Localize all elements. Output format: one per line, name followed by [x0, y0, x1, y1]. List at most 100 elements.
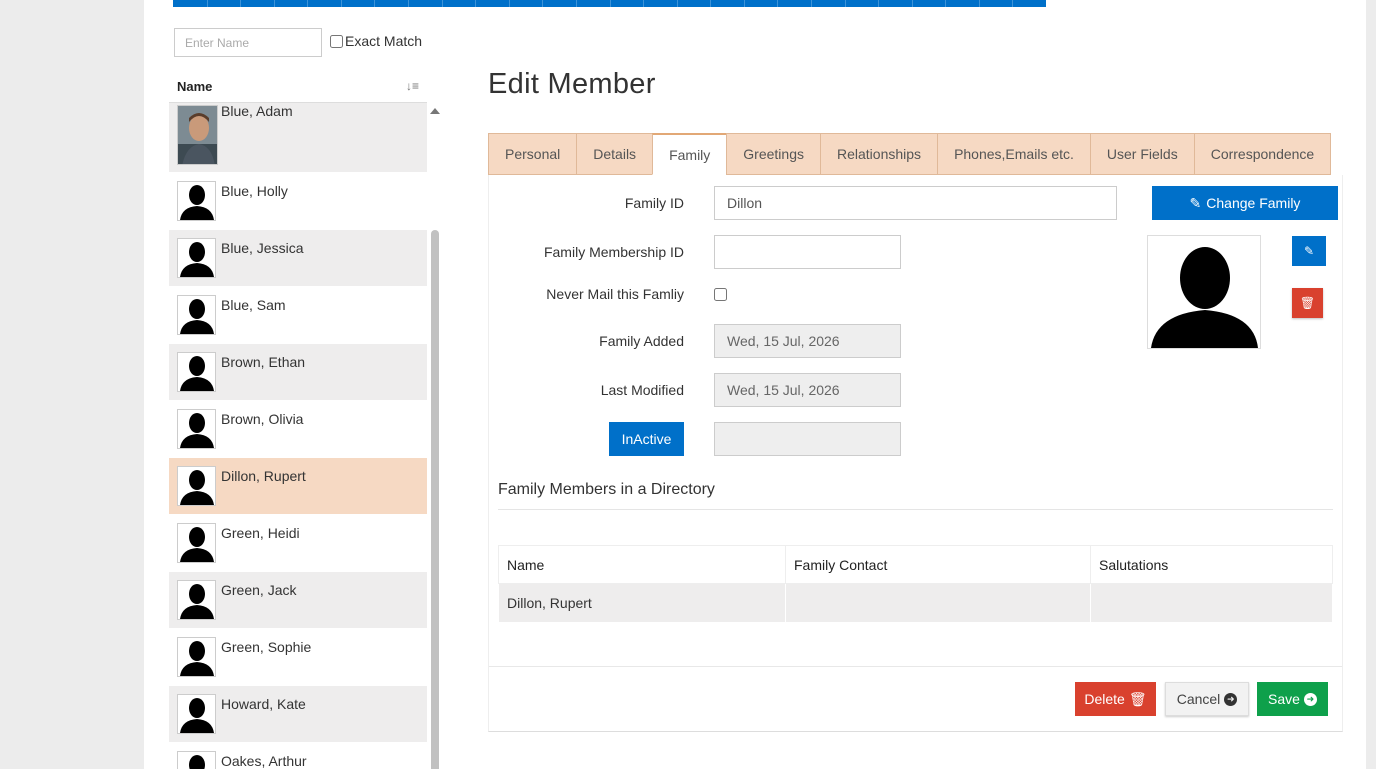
inactive-field	[714, 422, 901, 456]
alphabet-bar-divider	[240, 0, 241, 7]
tab-phones-emails[interactable]: Phones,Emails etc.	[937, 133, 1090, 175]
member-list-item[interactable]: Oakes, Arthur	[169, 743, 427, 769]
silhouette-icon	[177, 637, 216, 677]
silhouette-icon	[177, 295, 216, 335]
cell-name: Dillon, Rupert	[498, 583, 786, 623]
member-list: Blue, Adam Blue, Holly Blue, Jessica Blu…	[169, 103, 427, 769]
table-row[interactable]: Dillon, Rupert	[498, 583, 1333, 623]
cancel-button[interactable]: Cancel ➜	[1165, 682, 1249, 716]
tab-correspondence[interactable]: Correspondence	[1193, 133, 1332, 175]
delete-label: Delete	[1084, 691, 1125, 707]
never-mail-label: Never Mail this Famliy	[546, 286, 684, 302]
member-list-item-selected[interactable]: Dillon, Rupert	[169, 458, 427, 515]
member-list-item[interactable]: Blue, Sam	[169, 287, 427, 344]
save-button[interactable]: Save ➜	[1257, 682, 1328, 716]
member-list-item[interactable]: Green, Sophie	[169, 629, 427, 686]
member-name: Green, Heidi	[221, 525, 300, 541]
silhouette-icon	[177, 523, 216, 563]
save-label: Save	[1268, 691, 1300, 707]
footer-divider	[489, 666, 1342, 667]
family-members-table: Name Family Contact Salutations Dillon, …	[498, 545, 1333, 623]
tab-greetings[interactable]: Greetings	[726, 133, 820, 175]
member-list-item[interactable]: Green, Jack	[169, 572, 427, 629]
family-membership-id-field[interactable]	[714, 235, 901, 269]
silhouette-icon	[177, 466, 216, 506]
trash-icon: 🗑	[1128, 690, 1147, 707]
member-tabs: Personal Details Family Greetings Relati…	[488, 133, 1332, 175]
alphabet-bar-divider	[475, 0, 476, 7]
member-list-item[interactable]: Blue, Adam	[169, 103, 427, 173]
sort-icon[interactable]: ↓≡	[406, 79, 419, 93]
alphabet-bar-divider	[845, 0, 846, 7]
member-name: Blue, Sam	[221, 297, 286, 313]
alphabet-bar-divider	[576, 0, 577, 7]
member-name: Howard, Kate	[221, 696, 306, 712]
column-header-family-contact[interactable]: Family Contact	[785, 545, 1091, 584]
alphabet-bar-divider	[643, 0, 644, 7]
member-name: Green, Jack	[221, 582, 297, 598]
alphabet-bar-divider	[274, 0, 275, 7]
divider	[498, 509, 1333, 510]
alphabet-bar-divider	[207, 0, 208, 7]
name-column-header: Name	[177, 79, 213, 94]
member-list-item[interactable]: Brown, Ethan	[169, 344, 427, 401]
table-header-row: Name Family Contact Salutations	[498, 545, 1333, 584]
trash-icon: 🗑	[1299, 296, 1316, 310]
member-list-item[interactable]: Blue, Holly	[169, 173, 427, 230]
scrollbar-thumb[interactable]	[431, 230, 439, 769]
silhouette-icon	[177, 409, 216, 449]
tab-relationships[interactable]: Relationships	[820, 133, 938, 175]
last-modified-field: Wed, 15 Jul, 2026	[714, 373, 901, 407]
member-list-item[interactable]: Blue, Jessica	[169, 230, 427, 287]
delete-button[interactable]: Delete 🗑	[1075, 682, 1156, 716]
alphabet-bar[interactable]	[173, 0, 1046, 7]
tab-details[interactable]: Details	[576, 133, 653, 175]
family-id-label: Family ID	[624, 195, 684, 211]
tab-family[interactable]: Family	[652, 133, 727, 175]
pencil-icon: ✎	[1189, 194, 1202, 211]
member-name: Blue, Jessica	[221, 240, 304, 256]
tab-personal[interactable]: Personal	[488, 133, 577, 175]
cell-salutations	[1090, 583, 1333, 623]
column-header-salutations[interactable]: Salutations	[1090, 545, 1333, 584]
change-family-button[interactable]: ✎ Change Family	[1152, 186, 1338, 220]
alphabet-bar-divider	[542, 0, 543, 7]
member-photo	[177, 105, 218, 165]
delete-photo-button[interactable]: 🗑	[1292, 288, 1323, 318]
never-mail-checkbox[interactable]	[714, 288, 727, 301]
alphabet-bar-divider	[912, 0, 913, 7]
silhouette-icon	[177, 580, 216, 620]
alphabet-bar-divider	[945, 0, 946, 7]
alphabet-bar-divider	[408, 0, 409, 7]
inactive-button[interactable]: InActive	[609, 422, 684, 456]
edit-icon: ✎	[1303, 244, 1315, 258]
alphabet-bar-divider	[744, 0, 745, 7]
change-family-label: Change Family	[1206, 195, 1301, 211]
family-added-field: Wed, 15 Jul, 2026	[714, 324, 901, 358]
page-title: Edit Member	[488, 68, 656, 100]
alphabet-bar-divider	[442, 0, 443, 7]
cell-family-contact	[785, 583, 1091, 623]
exact-match-option[interactable]: Exact Match	[330, 33, 422, 49]
exact-match-label: Exact Match	[345, 33, 423, 49]
exact-match-checkbox[interactable]	[330, 34, 343, 48]
alphabet-bar-divider	[777, 0, 778, 7]
family-id-field[interactable]: Dillon	[714, 186, 1117, 220]
family-membership-id-label: Family Membership ID	[543, 244, 684, 260]
silhouette-icon	[177, 751, 216, 769]
silhouette-icon	[177, 181, 216, 221]
column-header-name[interactable]: Name	[498, 545, 786, 584]
member-list-item[interactable]: Brown, Olivia	[169, 401, 427, 458]
tab-user-fields[interactable]: User Fields	[1089, 133, 1194, 175]
name-search-input[interactable]	[174, 28, 322, 57]
edit-photo-button[interactable]: ✎	[1292, 236, 1326, 266]
arrow-circle-right-icon: ➜	[1303, 692, 1317, 706]
scroll-up-icon[interactable]	[430, 108, 440, 114]
member-list-item[interactable]: Howard, Kate	[169, 686, 427, 743]
directory-heading: Family Members in a Directory	[498, 481, 715, 498]
alphabet-bar-divider	[811, 0, 812, 7]
alphabet-bar-divider	[610, 0, 611, 7]
silhouette-icon	[1151, 247, 1258, 348]
cancel-label: Cancel	[1176, 691, 1221, 707]
member-list-item[interactable]: Green, Heidi	[169, 515, 427, 572]
